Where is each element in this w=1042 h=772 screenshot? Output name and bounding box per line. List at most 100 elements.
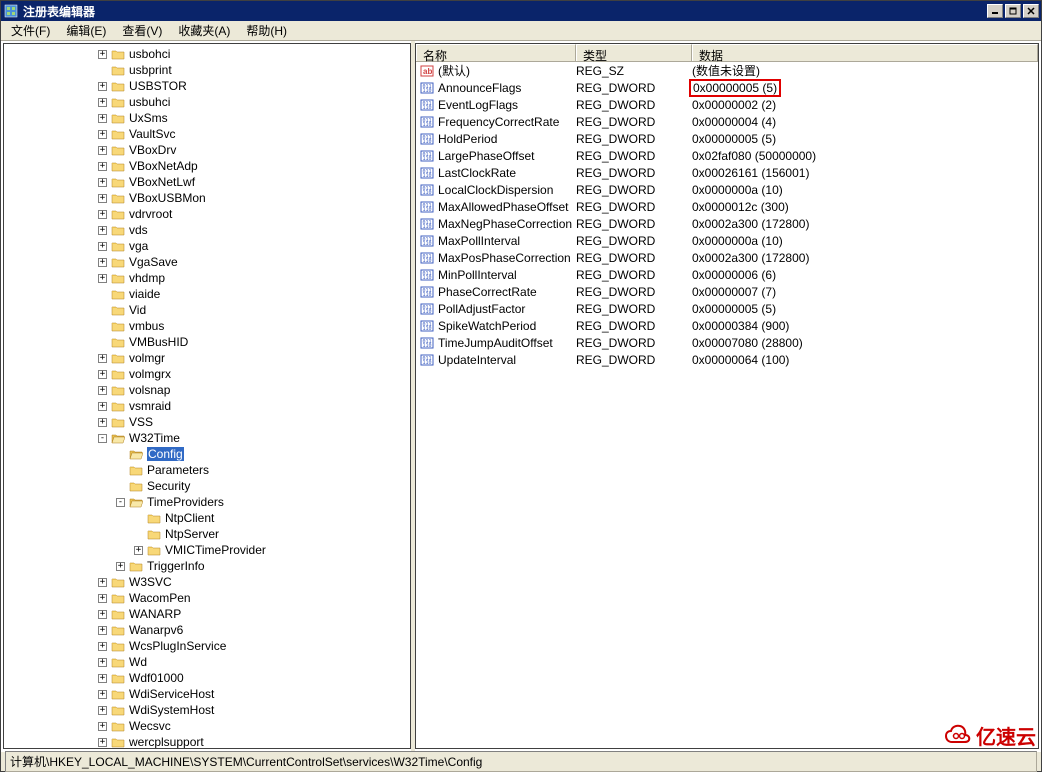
- tree-node[interactable]: - W32Time: [4, 430, 410, 446]
- tree-node[interactable]: + vga: [4, 238, 410, 254]
- value-row[interactable]: HoldPeriodREG_DWORD0x00000005 (5): [416, 130, 1038, 147]
- tree-node[interactable]: + volmgr: [4, 350, 410, 366]
- tree-node[interactable]: +WdiServiceHost: [4, 686, 410, 702]
- value-row[interactable]: MaxPollIntervalREG_DWORD0x0000000a (10): [416, 232, 1038, 249]
- tree-node-label[interactable]: volmgr: [129, 351, 165, 365]
- tree-node-label[interactable]: VgaSave: [129, 255, 178, 269]
- expand-icon[interactable]: +: [98, 626, 107, 635]
- value-name-cell[interactable]: EventLogFlags: [416, 98, 576, 112]
- value-row[interactable]: MinPollIntervalREG_DWORD0x00000006 (6): [416, 266, 1038, 283]
- tree-node-label[interactable]: VBoxUSBMon: [129, 191, 206, 205]
- expand-icon[interactable]: +: [98, 722, 107, 731]
- value-name-cell[interactable]: MaxNegPhaseCorrection: [416, 217, 576, 231]
- tree-node[interactable]: + wercplsupport: [4, 734, 410, 749]
- tree-node[interactable]: + VBoxUSBMon: [4, 190, 410, 206]
- tree-node-label[interactable]: W3SVC: [129, 575, 172, 589]
- tree-node-label[interactable]: Wecsvc: [129, 719, 171, 733]
- expand-icon[interactable]: +: [98, 146, 107, 155]
- menu-edit[interactable]: 编辑(E): [58, 20, 114, 41]
- expand-icon[interactable]: +: [98, 738, 107, 747]
- col-header-data[interactable]: 数据: [692, 44, 1038, 61]
- tree-node[interactable]: +W3SVC: [4, 574, 410, 590]
- expand-icon[interactable]: +: [98, 354, 107, 363]
- tree-node-label[interactable]: wercplsupport: [129, 735, 204, 749]
- tree-node-label[interactable]: VSS: [129, 415, 153, 429]
- value-row[interactable]: MaxPosPhaseCorrectionREG_DWORD0x0002a300…: [416, 249, 1038, 266]
- tree-node[interactable]: + WANARP: [4, 606, 410, 622]
- value-row[interactable]: LastClockRateREG_DWORD0x00026161 (156001…: [416, 164, 1038, 181]
- tree-node-label[interactable]: WANARP: [129, 607, 181, 621]
- value-name-cell[interactable]: MaxPollInterval: [416, 234, 576, 248]
- tree-node[interactable]: +TriggerInfo: [4, 558, 410, 574]
- maximize-button[interactable]: [1005, 4, 1021, 18]
- value-list[interactable]: (默认)REG_SZ(数值未设置)AnnounceFlagsREG_DWORD0…: [416, 62, 1038, 748]
- value-name-cell[interactable]: TimeJumpAuditOffset: [416, 336, 576, 350]
- tree-node[interactable]: viaide: [4, 286, 410, 302]
- tree-node[interactable]: +usbuhci: [4, 94, 410, 110]
- tree-node-label[interactable]: W32Time: [129, 431, 180, 445]
- tree-node-label[interactable]: NtpServer: [165, 527, 219, 541]
- value-row[interactable]: AnnounceFlagsREG_DWORD0x00000005 (5): [416, 79, 1038, 96]
- expand-icon[interactable]: +: [98, 674, 107, 683]
- menu-help[interactable]: 帮助(H): [238, 20, 295, 41]
- tree-node[interactable]: +WcsPlugInService: [4, 638, 410, 654]
- expand-icon[interactable]: +: [134, 546, 143, 555]
- expand-icon[interactable]: +: [98, 242, 107, 251]
- expand-icon[interactable]: +: [98, 418, 107, 427]
- expand-icon[interactable]: +: [98, 690, 107, 699]
- tree-node[interactable]: Vid: [4, 302, 410, 318]
- tree-node-label[interactable]: vsmraid: [129, 399, 171, 413]
- tree-node[interactable]: NtpServer: [4, 526, 410, 542]
- value-row[interactable]: (默认)REG_SZ(数值未设置): [416, 62, 1038, 79]
- tree-node-label[interactable]: VBoxNetAdp: [129, 159, 198, 173]
- expand-icon[interactable]: +: [98, 98, 107, 107]
- tree-node[interactable]: +UxSms: [4, 110, 410, 126]
- tree-node[interactable]: +vds: [4, 222, 410, 238]
- tree-node[interactable]: + VgaSave: [4, 254, 410, 270]
- tree-node-label[interactable]: usbohci: [129, 47, 170, 61]
- expand-icon[interactable]: +: [98, 370, 107, 379]
- tree-node-label[interactable]: Vid: [129, 303, 146, 317]
- minimize-button[interactable]: [987, 4, 1003, 18]
- expand-icon[interactable]: +: [98, 178, 107, 187]
- value-row[interactable]: LocalClockDispersionREG_DWORD0x0000000a …: [416, 181, 1038, 198]
- menu-file[interactable]: 文件(F): [3, 20, 58, 41]
- col-header-name[interactable]: 名称: [416, 44, 576, 61]
- tree-node[interactable]: +Wd: [4, 654, 410, 670]
- value-row[interactable]: PollAdjustFactorREG_DWORD0x00000005 (5): [416, 300, 1038, 317]
- tree-node[interactable]: Security: [4, 478, 410, 494]
- collapse-icon[interactable]: -: [98, 434, 107, 443]
- tree-node-label[interactable]: vmbus: [129, 319, 164, 333]
- expand-icon[interactable]: +: [98, 50, 107, 59]
- tree-node[interactable]: NtpClient: [4, 510, 410, 526]
- tree-node[interactable]: + vsmraid: [4, 398, 410, 414]
- value-row[interactable]: LargePhaseOffsetREG_DWORD0x02faf080 (500…: [416, 147, 1038, 164]
- tree-panel[interactable]: + usbohci usbprint+USBSTOR+usbuhci+UxSms + V…: [3, 43, 411, 749]
- tree-node[interactable]: + VMICTimeProvider: [4, 542, 410, 558]
- tree-node[interactable]: usbprint: [4, 62, 410, 78]
- value-row[interactable]: SpikeWatchPeriodREG_DWORD0x00000384 (900…: [416, 317, 1038, 334]
- expand-icon[interactable]: +: [98, 386, 107, 395]
- tree-node-label[interactable]: TimeProviders: [147, 495, 224, 509]
- tree-node[interactable]: + Wecsvc: [4, 718, 410, 734]
- tree-node-label[interactable]: vga: [129, 239, 148, 253]
- value-name-cell[interactable]: UpdateInterval: [416, 353, 576, 367]
- expand-icon[interactable]: +: [98, 658, 107, 667]
- tree-node-label[interactable]: usbprint: [129, 63, 172, 77]
- value-row[interactable]: EventLogFlagsREG_DWORD0x00000002 (2): [416, 96, 1038, 113]
- tree-node-label[interactable]: VMICTimeProvider: [165, 543, 266, 557]
- tree-node[interactable]: +volsnap: [4, 382, 410, 398]
- expand-icon[interactable]: +: [98, 258, 107, 267]
- tree-node[interactable]: +volmgrx: [4, 366, 410, 382]
- expand-icon[interactable]: +: [98, 402, 107, 411]
- value-name-cell[interactable]: AnnounceFlags: [416, 81, 576, 95]
- tree-node[interactable]: +USBSTOR: [4, 78, 410, 94]
- expand-icon[interactable]: +: [98, 610, 107, 619]
- value-row[interactable]: MaxNegPhaseCorrectionREG_DWORD0x0002a300…: [416, 215, 1038, 232]
- expand-icon[interactable]: +: [98, 194, 107, 203]
- tree-node[interactable]: + usbohci: [4, 46, 410, 62]
- expand-icon[interactable]: +: [98, 706, 107, 715]
- tree-node-label[interactable]: Wdf01000: [129, 671, 184, 685]
- tree-node[interactable]: +WacomPen: [4, 590, 410, 606]
- value-name-cell[interactable]: SpikeWatchPeriod: [416, 319, 576, 333]
